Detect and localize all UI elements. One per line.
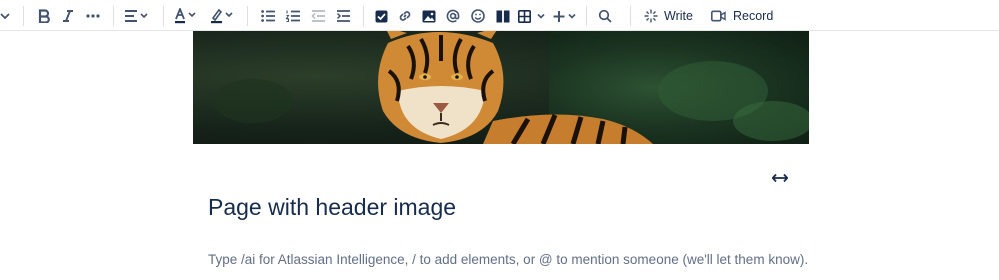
outdent-icon[interactable] xyxy=(308,6,328,26)
bullet-list-icon[interactable] xyxy=(258,6,278,26)
numbered-list-icon[interactable] xyxy=(283,6,303,26)
highlight-icon[interactable] xyxy=(210,6,236,26)
task-icon[interactable] xyxy=(371,6,391,26)
indent-icon[interactable] xyxy=(333,6,353,26)
toolbar-divider xyxy=(363,6,364,26)
toolbar-divider xyxy=(113,6,114,26)
text-color-icon[interactable] xyxy=(174,6,200,26)
toolbar-divider xyxy=(247,6,248,26)
record-button[interactable]: Record xyxy=(711,6,773,26)
emoji-icon[interactable] xyxy=(468,6,488,26)
link-icon[interactable] xyxy=(395,6,415,26)
insert-icon[interactable] xyxy=(553,6,579,26)
search-icon[interactable] xyxy=(595,6,615,26)
chevron-down-icon[interactable] xyxy=(0,6,10,26)
more-formatting-icon[interactable] xyxy=(83,6,103,26)
page-title[interactable]: Page with header image xyxy=(208,194,456,221)
write-button-label: Write xyxy=(664,9,693,23)
write-button[interactable]: Write xyxy=(644,6,694,26)
ai-sparkle-icon xyxy=(644,9,658,23)
header-image[interactable] xyxy=(193,31,809,144)
italic-icon[interactable] xyxy=(58,6,78,26)
mention-icon[interactable] xyxy=(443,6,463,26)
bold-icon[interactable] xyxy=(34,6,54,26)
toolbar-divider xyxy=(23,6,24,26)
layout-icon[interactable] xyxy=(493,6,513,26)
editor-toolbar: Write Record xyxy=(0,0,999,31)
toolbar-divider xyxy=(630,6,631,26)
video-icon xyxy=(711,10,726,22)
align-icon[interactable] xyxy=(123,6,151,26)
toolbar-divider xyxy=(586,6,587,26)
editor-placeholder[interactable]: Type /ai for Atlassian Intelligence, / t… xyxy=(208,252,808,267)
toolbar-divider xyxy=(163,6,164,26)
expand-width-icon[interactable] xyxy=(769,168,791,188)
tiger-illustration xyxy=(213,31,809,144)
table-icon[interactable] xyxy=(517,6,547,26)
image-icon[interactable] xyxy=(419,6,439,26)
record-button-label: Record xyxy=(733,9,774,23)
